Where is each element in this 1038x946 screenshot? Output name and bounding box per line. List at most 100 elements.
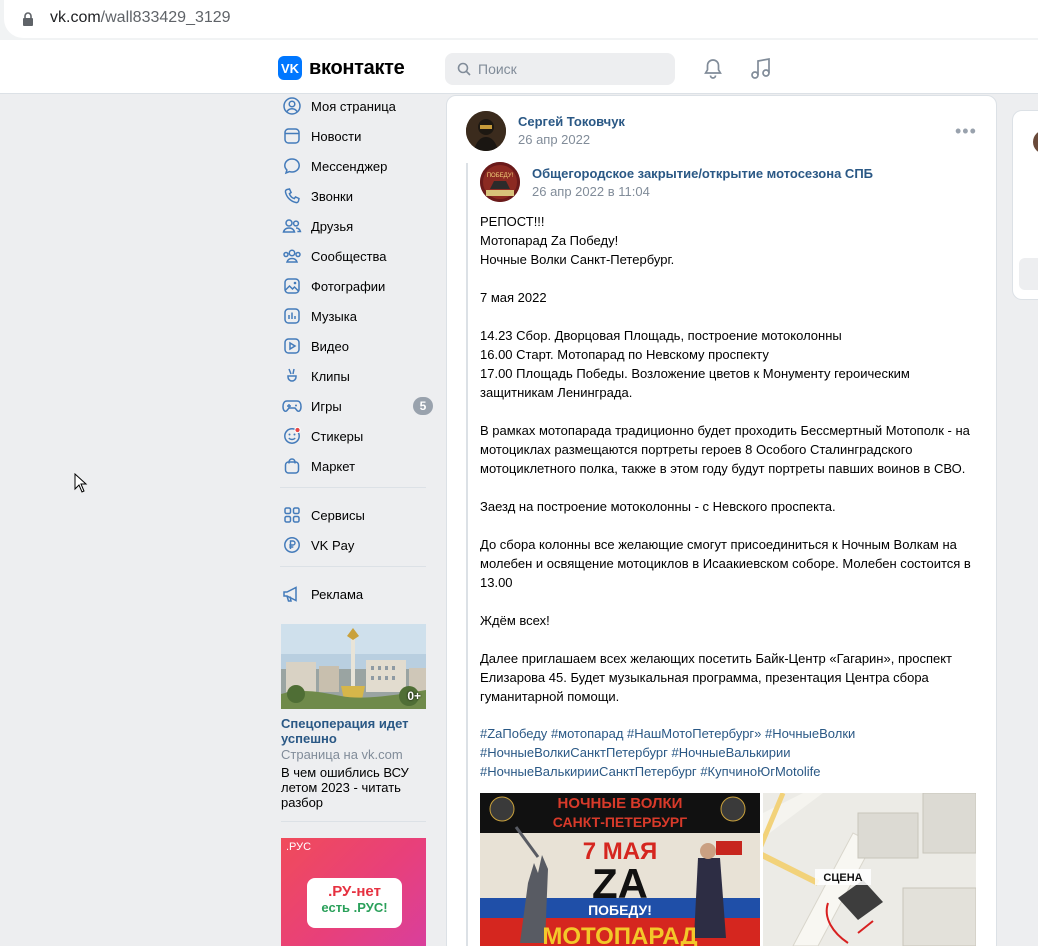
vk-logo[interactable]: VK вконтакте <box>278 56 405 80</box>
post-paragraph: Далее приглашаем всех желающих посетить … <box>480 651 952 704</box>
url-path: /wall833429_3129 <box>100 9 231 26</box>
ad-title[interactable]: Спецоперация идет успешно <box>281 716 431 746</box>
poster-bottom-text: МОТОПАРАД <box>542 923 697 946</box>
hashtag-link[interactable]: #мотопарад <box>551 726 623 741</box>
sidebar-item-label: Игры <box>311 398 342 414</box>
sidebar-item-label: Друзья <box>311 218 354 234</box>
ad2-line2: есть .РУС! <box>321 900 388 915</box>
ad-domain: Страница на vk.com <box>281 747 403 762</box>
sidebar-divider <box>280 487 426 488</box>
post-paragraph: До сбора колонны все желающие смогут при… <box>480 537 971 590</box>
poster-top-text: НОЧНЫЕ ВОЛКИ <box>558 795 683 812</box>
sidebar-item-games[interactable]: Игры 5 <box>280 392 436 420</box>
ad2-card: .РУ-нет есть .РУС! <box>307 878 402 928</box>
sidebar-item-label: Новости <box>311 128 362 144</box>
sidebar-item-communities[interactable]: Сообщества <box>280 242 436 270</box>
right-selected-item[interactable] <box>1019 258 1038 290</box>
ad-photo-city <box>281 624 426 709</box>
hashtag-link[interactable]: #НочныеВолкиСанктПетербург <box>480 745 668 760</box>
post-hashtags: #ZaПобеду #мотопарад #НашМотоПетербург» … <box>480 724 980 781</box>
music-note-icon[interactable] <box>750 57 772 81</box>
repost-source-name[interactable]: Общегородское закрытие/открытие мотосезо… <box>532 166 873 181</box>
post-paragraph: Ждём всех! <box>480 613 550 628</box>
ad-description[interactable]: В чем ошиблись ВСУ летом 2023 - читать р… <box>281 765 431 810</box>
sidebar-item-market[interactable]: Маркет <box>280 452 436 480</box>
clips-icon <box>282 366 302 386</box>
sidebar-divider <box>280 566 426 567</box>
hashtag-link[interactable]: #НочныеВалькирииСанктПетербург <box>480 764 697 779</box>
address-bar[interactable]: vk.com/wall833429_3129 <box>4 0 1038 38</box>
games-count-badge: 5 <box>413 397 433 415</box>
bell-icon[interactable] <box>702 58 724 80</box>
url-domain: vk.com <box>50 9 101 26</box>
hashtag-link[interactable]: #НашМотоПетербург» <box>627 726 761 741</box>
site-header: VK вконтакте <box>0 40 1038 94</box>
sidebar-item-messenger[interactable]: Мессенджер <box>280 152 436 180</box>
ad-image[interactable]: 0+ <box>281 624 426 709</box>
market-icon <box>282 456 302 476</box>
post-paragraph: РЕПОСТ!!! Мотопарад Za Победу! Ночные Во… <box>480 214 675 267</box>
user-icon <box>282 96 302 116</box>
hashtag-link[interactable]: #НочныеВалькирии <box>672 745 791 760</box>
sidebar-item-friends[interactable]: Друзья <box>280 212 436 240</box>
logo-text: вконтакте <box>309 56 405 79</box>
sidebar-item-label: Сервисы <box>311 507 365 523</box>
post-date[interactable]: 26 апр 2022 <box>518 132 590 147</box>
sidebar-item-label: Видео <box>311 338 349 354</box>
communities-icon <box>282 246 302 266</box>
repost-avatar[interactable]: ПОБЕДУ! <box>480 162 520 202</box>
photo-icon <box>282 276 302 296</box>
sidebar-item-label: Мессенджер <box>311 158 388 174</box>
phone-icon <box>282 186 302 206</box>
sidebar-item-label: Клипы <box>311 368 350 384</box>
lock-icon <box>23 12 33 26</box>
sidebar-item-photos[interactable]: Фотографии <box>280 272 436 300</box>
post-image-poster[interactable]: НОЧНЫЕ ВОЛКИ САНКТ-ПЕТЕРБУРГ 7 МАЯ ZA ПО… <box>480 793 760 946</box>
ad2-line1: .РУ-нет <box>328 883 381 900</box>
search-input[interactable] <box>478 61 658 77</box>
sidebar-item-stickers[interactable]: Стикеры <box>280 422 436 450</box>
post-paragraph: В рамках мотопарада традиционно будет пр… <box>480 423 970 476</box>
sidebar-item-ads[interactable]: Реклама <box>280 580 436 608</box>
sidebar-item-label: Моя страница <box>311 98 396 114</box>
map-graphic: СЦЕНА <box>763 793 976 946</box>
map-label: СЦЕНА <box>823 872 862 884</box>
author-avatar[interactable] <box>466 111 506 151</box>
sidebar-item-calls[interactable]: Звонки <box>280 182 436 210</box>
sidebar-item-label: Маркет <box>311 458 356 474</box>
more-options-icon[interactable]: ••• <box>955 121 977 142</box>
stickers-icon <box>282 426 302 446</box>
post-paragraph: Заезд на построение мотоколонны - с Невс… <box>480 499 836 514</box>
search-box[interactable] <box>445 53 675 85</box>
repost-date[interactable]: 26 апр 2022 в 11:04 <box>532 184 650 199</box>
news-icon <box>282 126 302 146</box>
sidebar-item-label: Реклама <box>311 586 364 602</box>
vkpay-icon <box>282 535 302 555</box>
poster-top2-text: САНКТ-ПЕТЕРБУРГ <box>553 814 687 830</box>
sidebar-item-my-page[interactable]: Моя страница <box>280 92 436 120</box>
sidebar-item-label: Фотографии <box>311 278 386 294</box>
poster-pobedu-text: ПОБЕДУ! <box>588 902 652 918</box>
mouse-cursor-icon <box>74 473 88 493</box>
url-text: vk.com/wall833429_3129 <box>50 9 231 27</box>
hashtag-link[interactable]: #ZaПобеду <box>480 726 547 741</box>
sidebar-item-vkpay[interactable]: VK Pay <box>280 531 436 559</box>
sidebar-item-label: Стикеры <box>311 428 364 444</box>
music-icon <box>282 306 302 326</box>
post-image-map[interactable]: СЦЕНА <box>763 793 976 946</box>
sidebar-item-services[interactable]: Сервисы <box>280 501 436 529</box>
hashtag-link[interactable]: #КупчиноЮгMotolife <box>700 764 820 779</box>
ad-banner-rus[interactable]: .РУС .РУ-нет есть .РУС! <box>281 838 426 946</box>
browser-toolbar: vk.com/wall833429_3129 <box>0 0 1038 40</box>
friends-icon <box>282 216 302 236</box>
ad-divider <box>281 821 426 822</box>
vk-logo-icon: VK <box>278 56 302 80</box>
sidebar-item-video[interactable]: Видео <box>280 332 436 360</box>
hashtag-link[interactable]: #НочныеВолки <box>765 726 855 741</box>
post-author[interactable]: Сергей Токовчук <box>518 114 625 129</box>
sidebar-item-label: VK Pay <box>311 537 355 553</box>
sidebar-item-news[interactable]: Новости <box>280 122 436 150</box>
search-icon <box>457 62 471 76</box>
sidebar-item-clips[interactable]: Клипы <box>280 362 436 390</box>
sidebar-item-music[interactable]: Музыка <box>280 302 436 330</box>
